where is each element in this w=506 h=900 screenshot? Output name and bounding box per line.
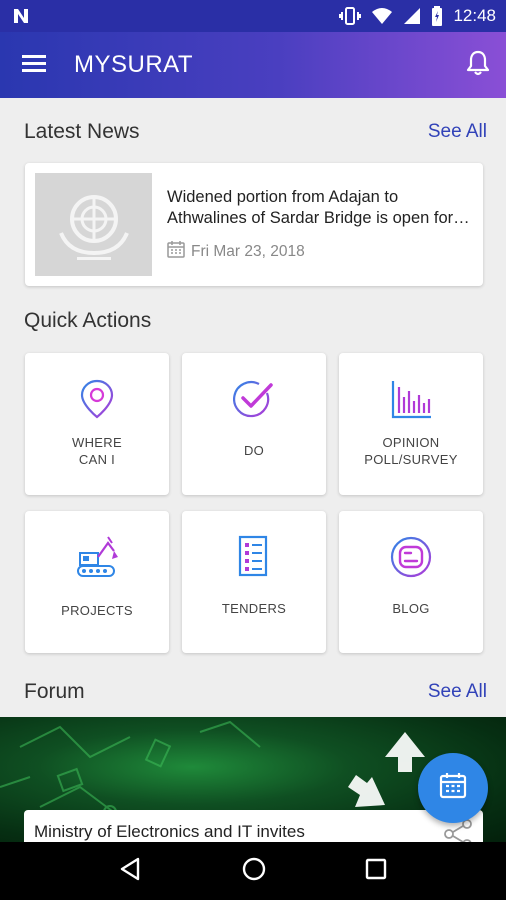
battery-icon [431,6,443,26]
status-bar: 12:48 [0,0,506,32]
latest-news-title: Latest News [24,120,140,143]
checkmark-icon [233,381,273,418]
smc-emblem-icon [58,194,129,260]
tile-label: WHERE CAN I [72,435,122,467]
tile-do[interactable]: DO [182,353,326,495]
calendar-icon [167,240,191,263]
tile-blog[interactable]: BLOG [339,511,483,653]
tile-opinion-poll[interactable]: OPINION POLL/SURVEY [339,353,483,495]
latest-news-header: Latest News See All [24,120,487,144]
clock: 12:48 [453,6,496,25]
tile-projects[interactable]: PROJECTS [25,511,169,653]
recents-icon[interactable] [364,857,388,886]
news-card[interactable]: Widened portion from Adajan to Athwaline… [25,163,483,286]
excavator-icon [77,536,118,577]
menu-icon[interactable] [22,53,46,78]
tile-label: TENDERS [221,601,287,616]
news-title: Widened portion from Adajan to Athwaline… [167,187,454,227]
quick-actions-header: Quick Actions [24,309,487,333]
vibrate-icon [339,7,362,25]
forum-see-all-link[interactable]: See All [428,681,487,703]
news-date-text: Fri Mar 23, 2018 [191,242,305,260]
bell-icon[interactable] [466,50,490,81]
news-date: Fri Mar 23, 2018 [167,240,471,263]
app-bar: MYSURAT [0,32,506,98]
n-icon [12,7,30,25]
tile-label: PROJECTS [61,603,133,618]
forum-header: Forum See All [24,680,487,704]
system-nav-bar [0,842,506,900]
quick-actions-title: Quick Actions [24,309,152,332]
news-thumbnail [35,173,152,276]
tile-tenders[interactable]: TENDERS [182,511,326,653]
app-title: MYSURAT [74,51,194,78]
tile-where-can-i[interactable]: WHERE CAN I [25,353,169,495]
wifi-icon [371,7,393,25]
back-icon[interactable] [118,856,144,887]
home-icon[interactable] [241,856,267,887]
forum-title: Forum [24,680,85,703]
signal-icon [403,7,421,25]
tile-label: BLOG [392,601,430,616]
location-pin-icon [80,379,114,419]
blogger-icon [390,536,432,578]
news-see-all-link[interactable]: See All [428,121,487,143]
tile-label: OPINION POLL/SURVEY [364,435,458,467]
calendar-fab-button[interactable] [418,753,488,823]
document-list-icon [238,535,268,577]
calendar-icon [439,772,467,804]
tile-label: DO [243,443,265,458]
bar-chart-icon [391,381,431,419]
